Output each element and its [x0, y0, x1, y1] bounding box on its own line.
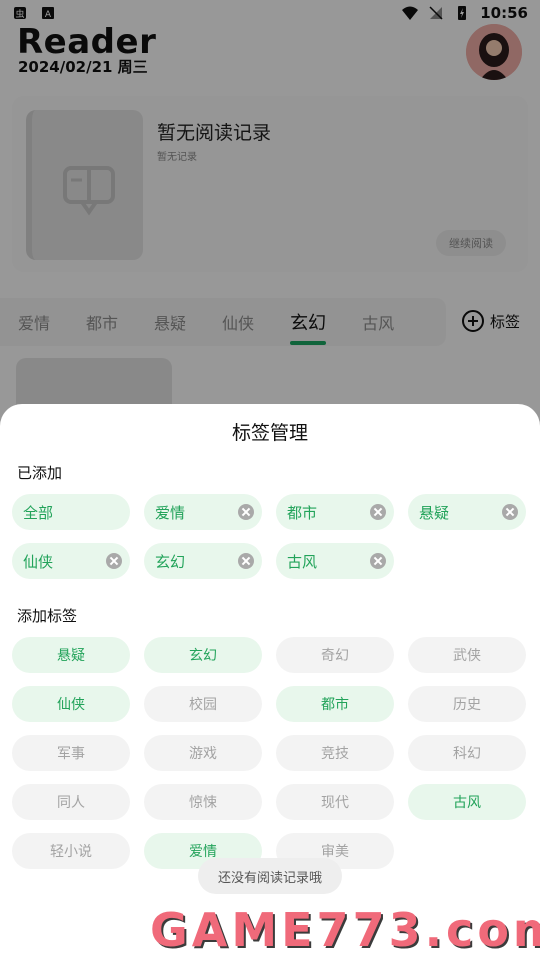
tag-option[interactable]: 游戏 — [144, 735, 262, 771]
tag-option[interactable]: 惊悚 — [144, 784, 262, 820]
remove-tag-icon[interactable] — [238, 504, 254, 520]
sheet-title: 标签管理 — [231, 422, 308, 444]
added-tag-label: 悬疑 — [419, 503, 450, 522]
tag-option[interactable]: 仙侠 — [12, 686, 130, 722]
added-tag-label: 古风 — [287, 552, 318, 571]
added-tag-label: 都市 — [287, 503, 318, 522]
tag-option[interactable]: 悬疑 — [12, 637, 130, 673]
tag-option[interactable]: 军事 — [12, 735, 130, 771]
remove-tag-icon[interactable] — [370, 553, 386, 569]
remove-tag-icon[interactable] — [370, 504, 386, 520]
added-tag-mystery[interactable]: 悬疑 — [408, 494, 526, 530]
added-tag-ancient[interactable]: 古风 — [276, 543, 394, 579]
remove-tag-icon[interactable] — [502, 504, 518, 520]
added-tag-label: 全部 — [23, 503, 54, 522]
added-tag-label: 玄幻 — [155, 552, 186, 571]
added-tag-romance[interactable]: 爱情 — [144, 494, 262, 530]
added-tag-xianxia[interactable]: 仙侠 — [12, 543, 130, 579]
tag-option[interactable]: 武侠 — [408, 637, 526, 673]
remove-tag-icon[interactable] — [238, 553, 254, 569]
tag-option[interactable]: 奇幻 — [276, 637, 394, 673]
tag-option[interactable]: 古风 — [408, 784, 526, 820]
added-tag-urban[interactable]: 都市 — [276, 494, 394, 530]
added-tag-fantasy[interactable]: 玄幻 — [144, 543, 262, 579]
remove-tag-icon[interactable] — [106, 553, 122, 569]
tag-option[interactable]: 轻小说 — [12, 833, 130, 869]
tag-option[interactable]: 科幻 — [408, 735, 526, 771]
added-section-title: 已添加 — [17, 464, 63, 482]
watermark-text: GAME773.com — [150, 903, 540, 957]
watermark-logo: GAME773.com — [150, 900, 540, 960]
toast-message: 还没有阅读记录哦 — [198, 858, 342, 894]
tag-option[interactable]: 现代 — [276, 784, 394, 820]
tag-option[interactable]: 都市 — [276, 686, 394, 722]
added-tag-all[interactable]: 全部 — [12, 494, 130, 530]
tag-option[interactable]: 竞技 — [276, 735, 394, 771]
tag-option[interactable]: 玄幻 — [144, 637, 262, 673]
added-tag-label: 爱情 — [155, 503, 186, 522]
tag-option[interactable]: 同人 — [12, 784, 130, 820]
added-tag-label: 仙侠 — [23, 552, 54, 571]
tag-option[interactable]: 校园 — [144, 686, 262, 722]
add-section-title: 添加标签 — [17, 607, 78, 625]
tag-option[interactable]: 历史 — [408, 686, 526, 722]
